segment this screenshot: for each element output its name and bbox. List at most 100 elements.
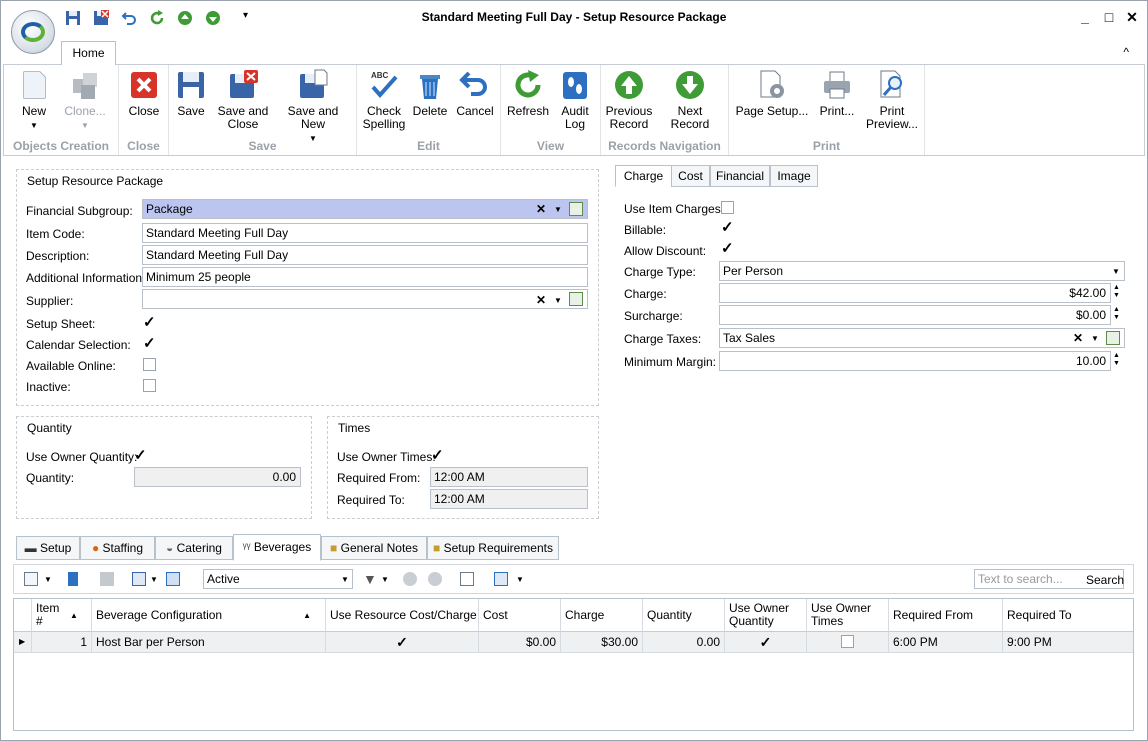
tab-beverages[interactable]: ᵞᵞ Beverages (233, 534, 321, 561)
tab-financial[interactable]: Financial (710, 165, 770, 187)
financial-subgroup-field[interactable]: Package (142, 199, 588, 219)
copy-icon[interactable] (494, 572, 508, 586)
inactive-checkbox[interactable] (143, 379, 156, 392)
clear-icon[interactable]: ✕ (536, 202, 546, 216)
taxes-lookup-icon[interactable] (1106, 331, 1120, 345)
tab-staffing[interactable]: ● Staffing (80, 536, 155, 560)
setup-sheet-checkbox[interactable]: ✓ (143, 315, 156, 330)
minimize-ribbon-icon[interactable]: ^ (1123, 45, 1129, 59)
page-setup-button[interactable]: Page Setup... (735, 69, 809, 118)
print-button[interactable]: Print... (813, 69, 861, 118)
supplier-clear-icon[interactable]: ✕ (536, 293, 546, 307)
tab-setup-requirements[interactable]: ■ Setup Requirements (427, 536, 559, 560)
add-row-icon[interactable] (24, 572, 38, 586)
save-and-new-button[interactable]: Save and New ▼ (275, 69, 351, 145)
tab-image[interactable]: Image (770, 165, 818, 187)
cell-quantity[interactable]: 0.00 (643, 632, 725, 653)
margin-spinner-icon[interactable]: ▲ ▼ (1113, 352, 1120, 368)
cell-owner-times-checkbox[interactable] (841, 635, 854, 648)
add-row-dropdown-icon[interactable]: ▼ (44, 575, 52, 584)
application-menu-button[interactable] (11, 10, 55, 54)
description-field[interactable]: Standard Meeting Full Day (142, 245, 588, 265)
delete-button[interactable]: Delete (410, 69, 450, 118)
view-icon[interactable] (132, 572, 146, 586)
status-filter-select[interactable]: Active (203, 569, 353, 589)
charge-field[interactable]: $42.00 (719, 283, 1111, 303)
tab-home[interactable]: Home (61, 41, 116, 65)
save-button[interactable]: Save (173, 69, 209, 118)
charge-taxes-field[interactable]: Tax Sales (719, 328, 1125, 348)
cell-charge[interactable]: $30.00 (561, 632, 643, 653)
new-button[interactable]: New ▼ (14, 69, 54, 132)
filter-dropdown-icon[interactable]: ▼ (381, 575, 389, 584)
clone-dropdown-icon[interactable]: ▼ (60, 119, 110, 132)
move-down-icon[interactable] (428, 572, 442, 586)
billable-checkbox[interactable]: ✓ (721, 220, 734, 235)
cell-use-resource-checkbox[interactable]: ✓ (326, 632, 479, 653)
cell-config[interactable]: Host Bar per Person (92, 632, 326, 653)
header-use-resource-cost[interactable]: Use Resource Cost/Charge (326, 599, 479, 632)
previous-record-button[interactable]: Previous Record (605, 69, 653, 131)
cell-owner-times[interactable] (807, 632, 889, 653)
minimum-margin-field[interactable]: 10.00 (719, 351, 1111, 371)
lookup-icon[interactable] (569, 202, 583, 216)
header-required-to[interactable]: Required To (1003, 599, 1133, 632)
header-beverage-configuration[interactable]: Beverage Configuration ▲ (92, 599, 326, 632)
cell-cost[interactable]: $0.00 (479, 632, 561, 653)
refresh-button[interactable]: Refresh (505, 69, 551, 118)
surcharge-spinner-icon[interactable]: ▲ ▼ (1113, 306, 1120, 322)
item-code-field[interactable]: Standard Meeting Full Day (142, 223, 588, 243)
allow-discount-checkbox[interactable]: ✓ (721, 241, 734, 256)
copy-dropdown-icon[interactable]: ▼ (516, 575, 524, 584)
header-item[interactable]: Item # ▲ (32, 599, 92, 632)
required-to-field[interactable]: 12:00 AM (430, 489, 588, 509)
view-dropdown-icon[interactable]: ▼ (150, 575, 158, 584)
chevron-down-icon[interactable]: ▼ (554, 205, 562, 214)
use-owner-times-checkbox[interactable]: ✓ (431, 448, 444, 463)
supplier-chevron-down-icon[interactable]: ▼ (554, 296, 562, 305)
next-record-button[interactable]: Next Record (657, 69, 723, 131)
tab-cost[interactable]: Cost (671, 165, 710, 187)
check-spelling-button[interactable]: ABC Check Spelling (362, 69, 406, 131)
cell-required-from[interactable]: 6:00 PM (889, 632, 1003, 653)
cell-owner-quantity-checkbox[interactable]: ✓ (725, 632, 807, 653)
export-icon[interactable] (166, 572, 180, 586)
supplier-lookup-icon[interactable] (569, 292, 583, 306)
required-from-field[interactable]: 12:00 AM (430, 467, 588, 487)
use-item-charges-checkbox[interactable] (721, 201, 734, 214)
status-filter-chevron-icon[interactable]: ▼ (341, 575, 349, 584)
audit-log-button[interactable]: Audit Log (555, 69, 595, 131)
quantity-field[interactable]: 0.00 (134, 467, 301, 487)
header-charge[interactable]: Charge (561, 599, 643, 632)
tab-charge[interactable]: Charge (615, 165, 672, 187)
surcharge-field[interactable]: $0.00 (719, 305, 1111, 325)
taxes-clear-icon[interactable]: ✕ (1073, 331, 1083, 345)
header-cost[interactable]: Cost (479, 599, 561, 632)
available-online-checkbox[interactable] (143, 358, 156, 371)
move-up-icon[interactable] (403, 572, 417, 586)
cell-required-to[interactable]: 9:00 PM (1003, 632, 1133, 653)
use-owner-quantity-checkbox[interactable]: ✓ (134, 448, 147, 463)
close-button[interactable]: Close (124, 69, 164, 118)
delete-row-icon[interactable] (68, 572, 78, 586)
header-quantity[interactable]: Quantity (643, 599, 725, 632)
maximize-button[interactable]: □ (1102, 10, 1116, 25)
charge-type-select[interactable]: Per Person (719, 261, 1125, 281)
filter-funnel-icon[interactable]: ▼ (363, 572, 377, 586)
find-icon[interactable] (460, 572, 474, 586)
taxes-chevron-down-icon[interactable]: ▼ (1091, 334, 1099, 343)
tab-catering[interactable]: ◒ Catering (155, 536, 233, 560)
edit-row-icon[interactable] (100, 572, 114, 586)
print-preview-button[interactable]: Print Preview... (865, 69, 919, 131)
header-use-owner-quantity[interactable]: Use Owner Quantity (725, 599, 807, 632)
clone-button[interactable]: Clone... ▼ (60, 69, 110, 132)
charge-spinner-icon[interactable]: ▲ ▼ (1113, 284, 1120, 300)
cell-item[interactable]: 1 (32, 632, 92, 653)
header-use-owner-times[interactable]: Use Owner Times (807, 599, 889, 632)
tab-setup[interactable]: ▬ Setup (16, 536, 80, 560)
close-window-button[interactable]: ✕ (1125, 10, 1139, 25)
minimize-button[interactable]: _ (1078, 10, 1092, 25)
save-and-close-button[interactable]: Save and Close (215, 69, 271, 131)
additional-information-field[interactable]: Minimum 25 people (142, 267, 588, 287)
tab-general-notes[interactable]: ■ General Notes (321, 536, 427, 560)
